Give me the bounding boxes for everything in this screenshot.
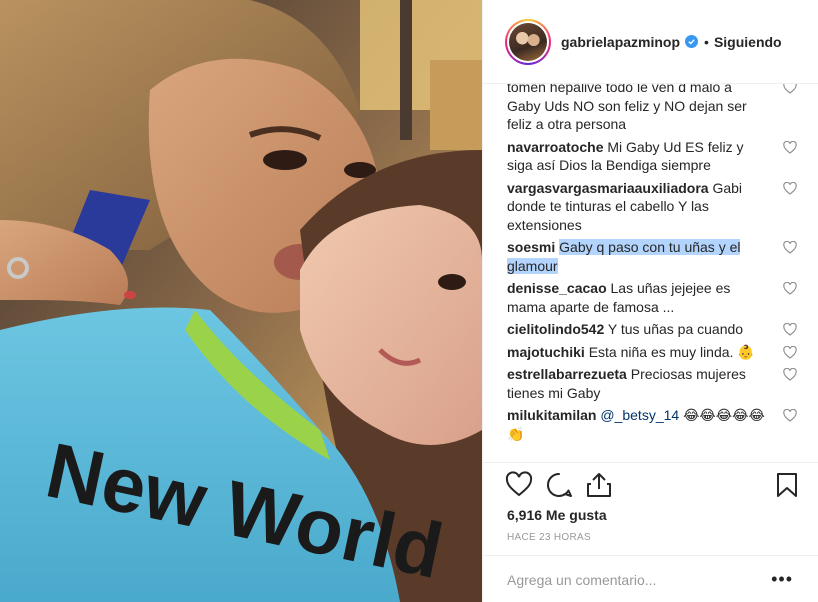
comment-icon[interactable] [545, 471, 573, 499]
photo-illustration: New World [0, 0, 482, 602]
like-heart-icon[interactable] [783, 181, 797, 195]
comment-item: vargasvargasmariaauxiliadora Gabi donde … [507, 179, 797, 235]
comment-username[interactable]: milukitamilan [507, 407, 596, 423]
instagram-post-modal: New World gabrielapazminop • Siguiendo t… [0, 0, 818, 602]
post-header: gabrielapazminop • Siguiendo [483, 0, 818, 84]
like-heart-icon[interactable] [783, 140, 797, 154]
comment-item: milukitamilan @_betsy_14 😂😂😂😂😂👏 [507, 406, 797, 443]
comment-item: navarroatoche Mi Gaby Ud ES feliz y siga… [507, 138, 797, 175]
like-heart-icon[interactable] [783, 323, 797, 336]
comment-item: tomen hepalive todo le ven d malo a Gaby… [507, 84, 797, 134]
comment-text: tomen hepalive todo le ven d malo a Gaby… [507, 84, 747, 132]
comment-username[interactable]: soesmi [507, 239, 555, 255]
like-heart-icon[interactable] [783, 241, 797, 254]
comment-item: majotuchiki Esta niña es muy linda. 👶 [507, 343, 797, 362]
post-photo[interactable]: New World [0, 0, 482, 602]
more-options-icon[interactable]: ••• [771, 570, 793, 588]
following-button[interactable]: Siguiendo [714, 34, 782, 50]
avatar-image [509, 22, 547, 61]
likes-count[interactable]: 6,916 Me gusta [507, 507, 607, 523]
like-heart-icon[interactable] [783, 84, 797, 94]
comment-text: Y tus uñas pa cuando [607, 321, 744, 337]
verified-badge-icon [685, 35, 699, 48]
comment-username[interactable]: denisse_cacao [507, 280, 607, 296]
post-username[interactable]: gabrielapazminop [561, 34, 680, 50]
like-heart-icon[interactable] [783, 409, 797, 422]
post-side-panel: gabrielapazminop • Siguiendo tomen hepal… [482, 0, 818, 602]
comments-list[interactable]: tomen hepalive todo le ven d malo a Gaby… [483, 84, 818, 462]
bookmark-icon[interactable] [773, 471, 801, 499]
comment-username[interactable]: cielitolindo542 [507, 321, 604, 337]
like-heart-icon[interactable] [783, 368, 797, 381]
heart-icon[interactable] [505, 471, 533, 499]
follow-separator: • [704, 33, 709, 50]
share-icon[interactable] [585, 471, 613, 499]
comment-username[interactable]: navarroatoche [507, 139, 603, 155]
action-icon-row [505, 471, 801, 501]
comment-item: estrellabarrezueta Preciosas mujeres tie… [507, 365, 797, 402]
like-heart-icon[interactable] [783, 345, 797, 359]
avatar[interactable] [505, 18, 551, 65]
comment-item: denisse_cacao Las uñas jejejee es mama a… [507, 279, 797, 316]
add-comment-bar: ••• [483, 555, 818, 602]
comment-mention[interactable]: @_betsy_14 [600, 407, 679, 423]
comment-item: soesmi Gaby q paso con tu uñas y el glam… [507, 238, 797, 275]
comment-item: cielitolindo542 Y tus uñas pa cuando [507, 320, 797, 339]
like-heart-icon[interactable] [783, 282, 797, 295]
comment-input[interactable] [507, 570, 757, 590]
comment-username[interactable]: vargasvargasmariaauxiliadora [507, 180, 709, 196]
post-actions: 6,916 Me gusta HACE 23 HORAS ••• [483, 462, 818, 602]
post-timestamp[interactable]: HACE 23 HORAS [507, 532, 591, 543]
avatar-inner [507, 20, 549, 63]
comment-username[interactable]: majotuchiki [507, 344, 585, 360]
comment-text: Esta niña es muy linda. 👶 [588, 343, 755, 360]
comment-username[interactable]: estrellabarrezueta [507, 366, 627, 382]
